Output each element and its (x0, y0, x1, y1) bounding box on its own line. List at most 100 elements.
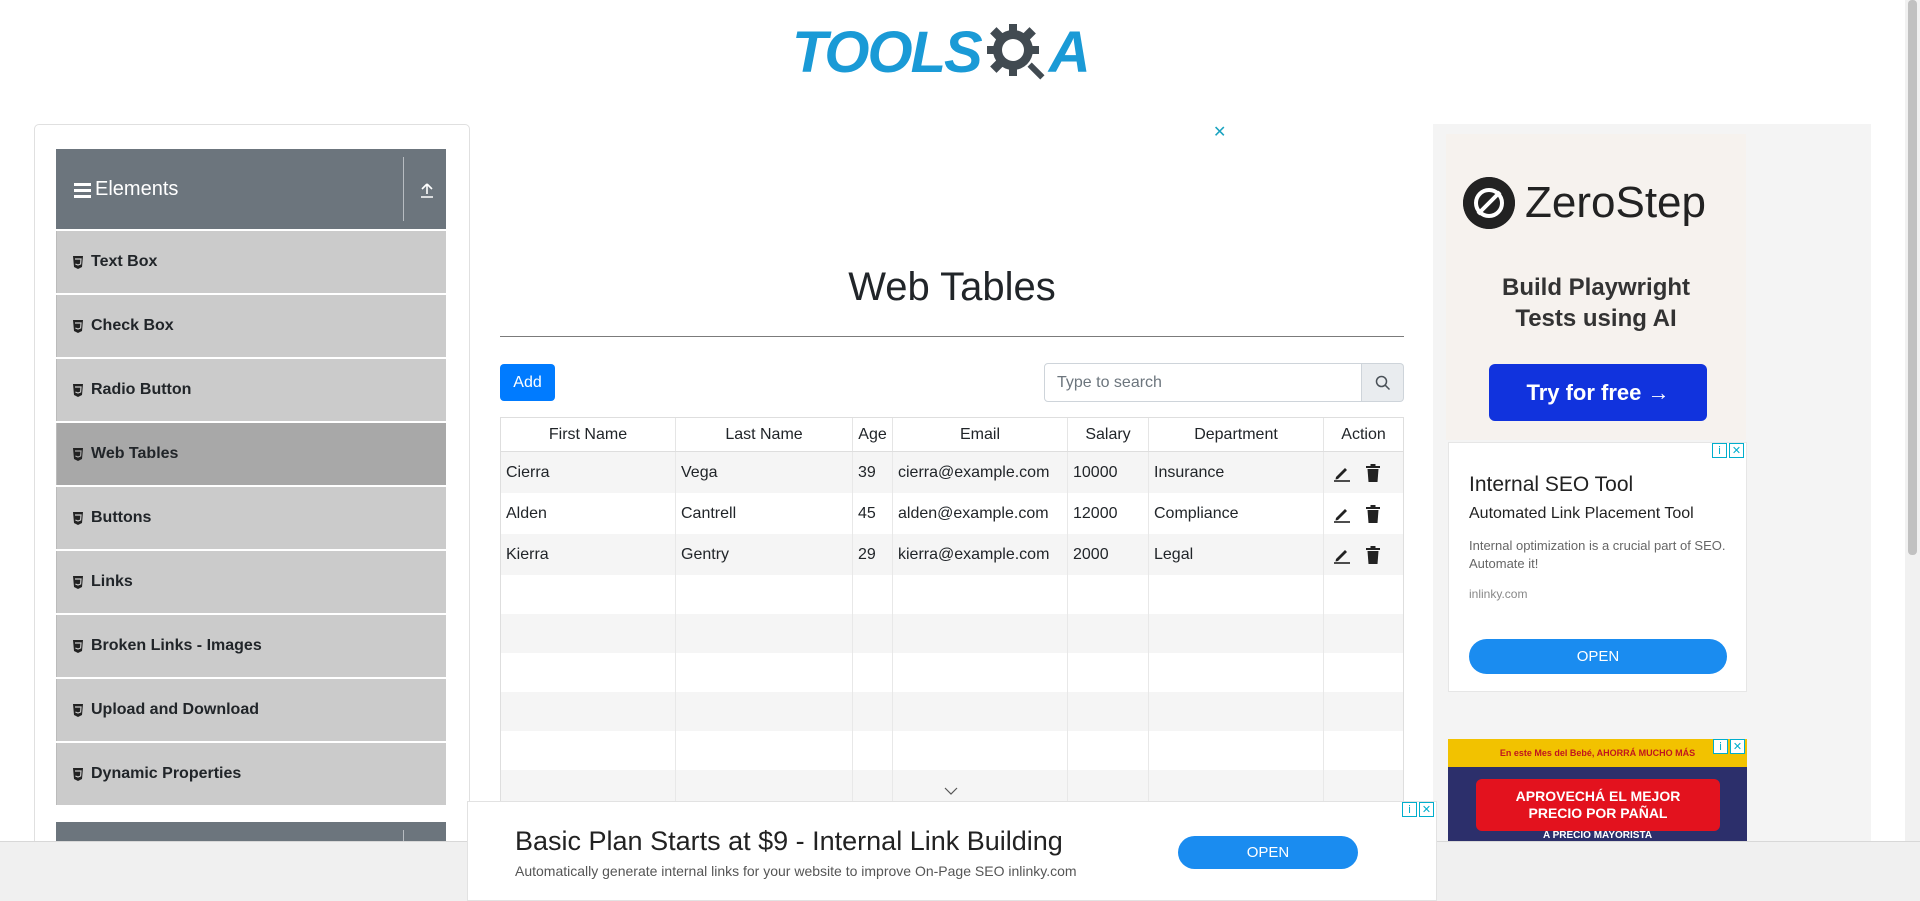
html5-icon (73, 575, 83, 589)
try-for-free-button[interactable]: Try for free → (1489, 364, 1707, 421)
logo-text-a: A (1048, 19, 1091, 85)
cell-age: 39 (853, 452, 893, 493)
sidebar-item-label: Check Box (91, 317, 174, 334)
sidebar-item-label: Buttons (91, 509, 152, 526)
ad-close-icon[interactable]: ✕ (1729, 443, 1744, 458)
promo-main-line: APROVECHÁ EL MEJOR (1515, 788, 1681, 804)
cell-department: Compliance (1149, 493, 1324, 534)
search-icon (1375, 375, 1390, 390)
sidebar-item-radio-button[interactable]: Radio Button (56, 359, 446, 421)
promo-sub-text: A PRECIO MAYORISTA (1542, 830, 1653, 841)
sidebar-item-check-box[interactable]: Check Box (56, 295, 446, 357)
bottom-ad-headline: Basic Plan Starts at $9 - Internal Link … (515, 826, 1063, 856)
bottom-banner-ad[interactable]: i ✕ Basic Plan Starts at $9 - Internal L… (467, 801, 1437, 901)
toolsqa-logo[interactable]: TOOLS A (792, 14, 1116, 90)
cell-action (1324, 452, 1403, 493)
web-table: First Name Last Name Age Email Salary De… (500, 417, 1404, 841)
bottom-ad-subtext: Automatically generate internal links fo… (515, 863, 1077, 879)
zerostep-tagline: Build Playwright Tests using AI (1446, 272, 1746, 334)
sidebar-item-label: Dynamic Properties (91, 765, 242, 782)
table-row: Kierra Gentry 29 kierra@example.com 2000… (501, 534, 1403, 575)
page-title: Web Tables (848, 265, 1056, 309)
ad-info-icon[interactable]: i (1712, 443, 1727, 458)
cell-email: cierra@example.com (893, 452, 1068, 493)
zerostep-ad[interactable]: ZeroStep Build Playwright Tests using AI… (1446, 134, 1746, 440)
search-box (1044, 363, 1404, 402)
cell-email: alden@example.com (893, 493, 1068, 534)
column-header-age[interactable]: Age (853, 418, 893, 451)
seo-tool-ad[interactable]: i ✕ Internal SEO Tool Automated Link Pla… (1448, 442, 1747, 692)
ad-close-icon[interactable]: ✕ (1213, 122, 1226, 141)
diaper-promo-ad[interactable]: En este Mes del Bebé, AHORRÁ MUCHO MÁS A… (1448, 739, 1747, 841)
cell-salary: 12000 (1068, 493, 1149, 534)
ad-info-icon[interactable]: i (1402, 802, 1417, 817)
empty-table-row (501, 692, 1403, 731)
sidebar-item-upload-download[interactable]: Upload and Download (56, 679, 446, 741)
html5-icon (73, 767, 83, 781)
zerostep-tagline-line: Build Playwright (1501, 274, 1690, 301)
sidebar-item-web-tables[interactable]: Web Tables (56, 423, 446, 485)
header-divider (403, 157, 404, 221)
cell-email: kierra@example.com (893, 534, 1068, 575)
html5-icon (73, 255, 83, 269)
elements-group-header[interactable]: Elements (56, 149, 446, 229)
ad-choices[interactable]: i ✕ (1402, 802, 1436, 818)
menu-icon (74, 183, 91, 198)
search-button[interactable] (1362, 363, 1404, 402)
ad-choices[interactable]: i ✕ (1712, 443, 1746, 459)
column-header-department[interactable]: Department (1149, 418, 1324, 451)
bottom-ad-open-button[interactable]: OPEN (1178, 836, 1358, 869)
ad-close-icon[interactable]: ✕ (1419, 802, 1434, 817)
html5-icon (73, 447, 83, 461)
sidebar-menu: Text Box Check Box Radio Button Web Tabl… (56, 231, 446, 807)
seo-ad-subtitle: Automated Link Placement Tool (1469, 505, 1694, 522)
sidebar-item-label: Upload and Download (91, 701, 259, 718)
html5-icon (73, 639, 83, 653)
cell-last-name: Vega (676, 452, 853, 493)
cell-first-name: Kierra (501, 534, 676, 575)
ad-close-icon[interactable]: ✕ (1730, 739, 1745, 754)
delete-icon[interactable] (1365, 463, 1381, 482)
delete-icon[interactable] (1365, 504, 1381, 523)
sidebar-item-dynamic-properties[interactable]: Dynamic Properties (56, 743, 446, 805)
collapse-arrow-icon[interactable] (418, 181, 436, 199)
sidebar-item-broken-links[interactable]: Broken Links - Images (56, 615, 446, 677)
cell-age: 45 (853, 493, 893, 534)
chevron-down-icon[interactable] (943, 786, 959, 796)
cell-salary: 10000 (1068, 452, 1149, 493)
column-header-email[interactable]: Email (893, 418, 1068, 451)
title-divider (500, 336, 1404, 337)
sidebar-item-text-box[interactable]: Text Box (56, 231, 446, 293)
cell-last-name: Cantrell (676, 493, 853, 534)
sidebar-item-label: Text Box (91, 253, 158, 270)
empty-table-row (501, 575, 1403, 614)
seo-ad-title: Internal SEO Tool (1469, 473, 1634, 496)
ad-choices[interactable]: i ✕ (1713, 739, 1747, 755)
column-header-first-name[interactable]: First Name (501, 418, 676, 451)
page-scrollbar[interactable] (1905, 0, 1920, 841)
search-input[interactable] (1044, 363, 1362, 402)
seo-ad-open-button[interactable]: OPEN (1469, 639, 1727, 674)
sidebar-item-buttons[interactable]: Buttons (56, 487, 446, 549)
empty-table-row (501, 614, 1403, 653)
sidebar-item-label: Broken Links - Images (91, 637, 262, 654)
html5-icon (73, 383, 83, 397)
sidebar-item-label: Web Tables (91, 445, 179, 462)
sidebar-item-label: Links (91, 573, 133, 590)
sidebar-item-links[interactable]: Links (56, 551, 446, 613)
zerostep-logo-icon (1463, 177, 1515, 229)
column-header-salary[interactable]: Salary (1068, 418, 1149, 451)
cell-action (1324, 534, 1403, 575)
edit-icon[interactable] (1333, 505, 1351, 523)
scrollbar-thumb[interactable] (1908, 0, 1917, 555)
seo-ad-domain: inlinky.com (1469, 587, 1528, 601)
gear-magnifier-icon (986, 24, 1045, 80)
empty-table-row (501, 731, 1403, 770)
column-header-last-name[interactable]: Last Name (676, 418, 853, 451)
ad-info-icon[interactable]: i (1713, 739, 1728, 754)
page-header: TOOLS A (0, 0, 1905, 100)
add-record-button[interactable]: Add (500, 364, 555, 401)
delete-icon[interactable] (1365, 545, 1381, 564)
edit-icon[interactable] (1333, 546, 1351, 564)
edit-icon[interactable] (1333, 464, 1351, 482)
